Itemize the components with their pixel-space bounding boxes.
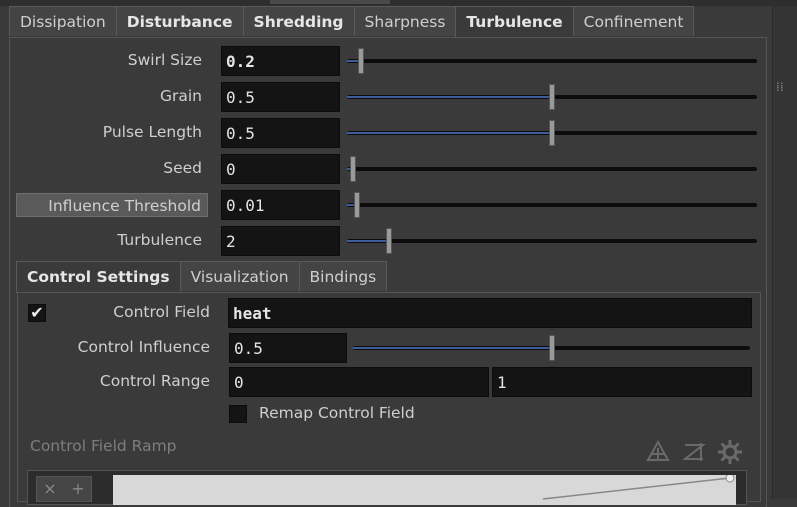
- tab-turbulence[interactable]: Turbulence: [455, 6, 573, 38]
- control-influence-slider[interactable]: [353, 333, 750, 363]
- ramp-graph[interactable]: [113, 475, 736, 505]
- seed-field[interactable]: 0: [221, 154, 340, 184]
- influence-threshold-slider[interactable]: [347, 190, 757, 220]
- pulse-length-slider[interactable]: [347, 118, 757, 148]
- grain-label: Grain: [159, 87, 202, 105]
- add-point-icon[interactable]: +: [65, 477, 91, 501]
- remap-control-field-checkbox[interactable]: [229, 405, 247, 423]
- influence-threshold-label[interactable]: Influence Threshold: [16, 193, 208, 217]
- tab-bindings[interactable]: Bindings: [298, 261, 388, 291]
- swirl-size-label: Swirl Size: [127, 51, 202, 69]
- control-influence-field[interactable]: 0.5: [229, 333, 347, 363]
- control-range-label: Control Range: [99, 372, 210, 390]
- control-tab-bar: Control Settings Visualization Bindings: [16, 261, 388, 293]
- control-range-max-field[interactable]: 1: [492, 367, 752, 397]
- control-range-min-field[interactable]: 0: [229, 367, 489, 397]
- tab-disturbance[interactable]: Disturbance: [115, 6, 243, 36]
- tab-confinement[interactable]: Confinement: [572, 6, 695, 36]
- gear-icon[interactable]: [717, 439, 743, 465]
- swirl-size-slider[interactable]: [347, 46, 757, 76]
- seed-slider[interactable]: [347, 154, 757, 184]
- control-influence-slider-handle[interactable]: [548, 335, 555, 361]
- grain-slider[interactable]: [347, 82, 757, 112]
- tab-control-settings[interactable]: Control Settings: [16, 261, 180, 293]
- pulse-length-field[interactable]: 0.5: [221, 118, 340, 148]
- grain-field[interactable]: 0.5: [221, 82, 340, 112]
- pulse-length-label: Pulse Length: [102, 123, 202, 141]
- tab-sharpness[interactable]: Sharpness: [353, 6, 456, 36]
- swirl-size-field[interactable]: 0.2: [221, 46, 340, 76]
- control-influence-label: Control Influence: [77, 338, 210, 356]
- influence-threshold-slider-handle[interactable]: [353, 192, 360, 218]
- tab-shredding[interactable]: Shredding: [242, 6, 354, 36]
- influence-threshold-field[interactable]: 0.01: [221, 190, 340, 220]
- swirl-size-slider-handle[interactable]: [357, 48, 364, 74]
- seed-label: Seed: [163, 159, 202, 177]
- tab-visualization[interactable]: Visualization: [179, 261, 299, 291]
- turbulence-field[interactable]: 2: [221, 226, 340, 256]
- turbulence-slider-handle[interactable]: [385, 228, 392, 254]
- turbulence-slider[interactable]: [347, 226, 757, 256]
- ramp-preset-icon[interactable]: [645, 439, 671, 465]
- main-tab-bar: Dissipation Disturbance Shredding Sharpn…: [9, 6, 695, 38]
- seed-slider-handle[interactable]: [350, 156, 356, 182]
- ramp-reset-icon[interactable]: [681, 439, 707, 465]
- control-field-checkbox[interactable]: ✔: [28, 304, 46, 322]
- remove-point-icon[interactable]: ×: [37, 477, 63, 501]
- grip-handle-icon[interactable]: ⁞⁞: [776, 80, 784, 94]
- ramp-button-group: × +: [36, 476, 92, 502]
- control-field-label: Control Field: [113, 303, 210, 321]
- remap-control-field-label: Remap Control Field: [259, 404, 415, 422]
- control-field-ramp-label: Control Field Ramp: [30, 437, 177, 455]
- grain-slider-handle[interactable]: [549, 84, 555, 110]
- tab-dissipation[interactable]: Dissipation: [9, 6, 116, 36]
- pulse-length-slider-handle[interactable]: [549, 120, 555, 146]
- control-field-input[interactable]: heat: [228, 298, 752, 328]
- turbulence-label: Turbulence: [117, 231, 202, 249]
